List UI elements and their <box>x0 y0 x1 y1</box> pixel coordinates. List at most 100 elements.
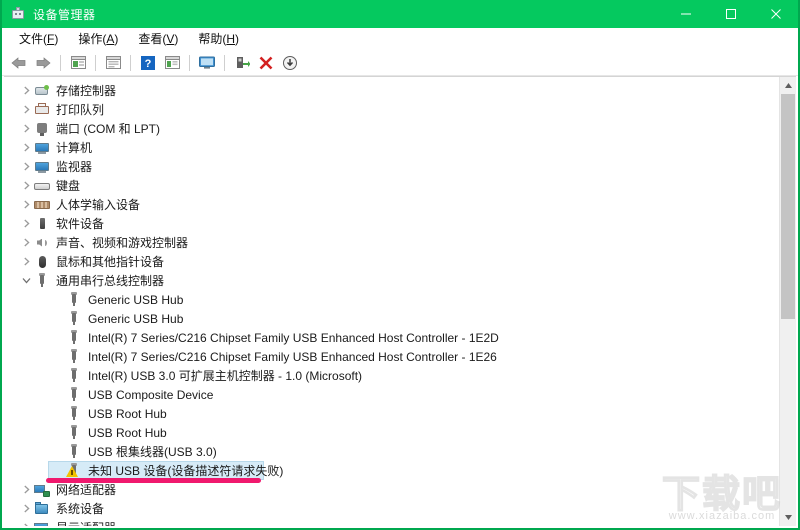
usb-icon <box>66 386 82 403</box>
chevron-right-icon[interactable] <box>18 518 34 526</box>
chevron-right-icon[interactable] <box>18 252 34 271</box>
tree-row[interactable]: 软件设备 <box>4 214 779 233</box>
chevron-right-icon[interactable] <box>18 157 34 176</box>
svg-text:?: ? <box>145 58 152 70</box>
usb-icon <box>66 443 82 460</box>
chevron-right-icon[interactable] <box>18 176 34 195</box>
scroll-up-icon[interactable] <box>780 77 796 94</box>
tree-row[interactable]: USB 根集线器(USB 3.0) <box>4 442 779 461</box>
tree-row[interactable]: USB Root Hub <box>4 404 779 423</box>
enable-device-icon[interactable] <box>231 52 253 74</box>
tree-row-label: USB Root Hub <box>88 406 167 421</box>
toolbar-separator-3 <box>130 54 131 71</box>
uninstall-device-icon[interactable] <box>255 52 277 74</box>
chevron-right-icon[interactable] <box>18 81 34 100</box>
tree-row[interactable]: 系统设备 <box>4 499 779 518</box>
toolbar-separator-5 <box>224 54 225 71</box>
tree-row-label: Intel(R) USB 3.0 可扩展主机控制器 - 1.0 (Microso… <box>88 369 363 383</box>
toolbar-separator-4 <box>189 54 190 71</box>
show-hidden-devices-icon[interactable] <box>102 52 124 74</box>
usb-icon <box>66 348 82 365</box>
device-manager-window: 设备管理器 文件(F) 操作(A) 查看(V) 帮助(H) ? 存储控制器 打印… <box>0 0 800 530</box>
chevron-right-icon[interactable] <box>18 138 34 157</box>
computer-icon <box>34 140 50 156</box>
tree-row[interactable]: Generic USB Hub <box>4 290 779 309</box>
chevron-right-icon[interactable] <box>18 100 34 119</box>
window-title: 设备管理器 <box>33 7 96 22</box>
scrollbar-track[interactable] <box>780 94 796 509</box>
forward-icon[interactable] <box>32 52 54 74</box>
scan-hardware-changes-icon[interactable] <box>196 52 218 74</box>
usb-icon <box>66 329 82 346</box>
chevron-right-icon[interactable] <box>18 233 34 252</box>
back-icon[interactable] <box>8 52 30 74</box>
software-device-icon <box>34 216 50 232</box>
tree-row[interactable]: 存储控制器 <box>4 81 779 100</box>
tree-row-label: 存储控制器 <box>56 84 117 98</box>
chevron-right-icon[interactable] <box>18 119 34 138</box>
properties-icon[interactable] <box>67 52 89 74</box>
scrollbar-thumb[interactable] <box>781 94 795 319</box>
help-icon[interactable]: ? <box>137 52 159 74</box>
tree-row[interactable]: USB Composite Device <box>4 385 779 404</box>
tree-row[interactable]: 监视器 <box>4 157 779 176</box>
tree-row-label: Intel(R) 7 Series/C216 Chipset Family US… <box>88 349 497 364</box>
menu-help-accel: H <box>226 32 236 46</box>
tree-row-label: USB Composite Device <box>88 387 214 402</box>
tree-row[interactable]: 通用串行总线控制器 <box>4 271 779 290</box>
keyboard-icon <box>34 178 50 194</box>
chevron-right-icon[interactable] <box>18 499 34 518</box>
window-controls <box>663 0 798 28</box>
tree-row[interactable]: 鼠标和其他指针设备 <box>4 252 779 271</box>
usb-icon <box>66 424 82 441</box>
menu-item-file[interactable]: 文件(F) <box>10 28 67 49</box>
tree-row[interactable]: 声音、视频和游戏控制器 <box>4 233 779 252</box>
menu-bar: 文件(F) 操作(A) 查看(V) 帮助(H) <box>2 28 798 50</box>
scroll-down-icon[interactable] <box>780 509 796 526</box>
close-icon[interactable] <box>753 0 798 28</box>
title-bar-left: 设备管理器 <box>2 6 96 23</box>
vertical-scrollbar[interactable] <box>779 77 796 526</box>
usb-icon <box>66 405 82 422</box>
tree-row[interactable]: Generic USB Hub <box>4 309 779 328</box>
device-tree[interactable]: 存储控制器打印队列 端口 (COM 和 LPT) 计算机监视器 键盘 人体学输入设备 软件… <box>4 77 779 526</box>
tree-row-label: USB Root Hub <box>88 425 167 440</box>
menu-view-text: 查看( <box>138 32 167 46</box>
tree-row[interactable]: 端口 (COM 和 LPT) <box>4 119 779 138</box>
minimize-icon[interactable] <box>663 0 708 28</box>
tree-row-label: Intel(R) 7 Series/C216 Chipset Family US… <box>88 330 499 345</box>
network-adapter-icon <box>34 482 50 498</box>
tree-row[interactable]: 键盘 <box>4 176 779 195</box>
tree-row[interactable]: 计算机 <box>4 138 779 157</box>
menu-item-action[interactable]: 操作(A) <box>69 28 127 49</box>
tree-row[interactable]: Intel(R) 7 Series/C216 Chipset Family US… <box>4 328 779 347</box>
menu-file-tail: ) <box>54 32 59 46</box>
tree-row[interactable]: 显示适配器 <box>4 518 779 526</box>
chevron-down-icon[interactable] <box>18 271 34 290</box>
tree-row[interactable]: Intel(R) 7 Series/C216 Chipset Family US… <box>4 347 779 366</box>
maximize-icon[interactable] <box>708 0 753 28</box>
menu-action-tail: ) <box>114 32 119 46</box>
toolbar: ? <box>2 50 798 76</box>
tree-row[interactable]: 打印队列 <box>4 100 779 119</box>
tree-row[interactable]: USB Root Hub <box>4 423 779 442</box>
tree-row-label: 计算机 <box>56 141 93 155</box>
menu-item-help[interactable]: 帮助(H) <box>189 28 248 49</box>
tree-row[interactable]: Intel(R) USB 3.0 可扩展主机控制器 - 1.0 (Microso… <box>4 366 779 385</box>
annotation-underline <box>46 478 261 483</box>
chevron-right-icon[interactable] <box>18 214 34 233</box>
menu-item-view[interactable]: 查看(V) <box>129 28 187 49</box>
chevron-right-icon[interactable] <box>18 195 34 214</box>
download-driver-icon[interactable] <box>279 52 301 74</box>
update-driver-icon[interactable] <box>161 52 183 74</box>
usb-icon <box>66 291 82 308</box>
tree-row[interactable]: 人体学输入设备 <box>4 195 779 214</box>
system-device-icon <box>34 501 50 517</box>
chevron-right-icon[interactable] <box>18 480 34 499</box>
